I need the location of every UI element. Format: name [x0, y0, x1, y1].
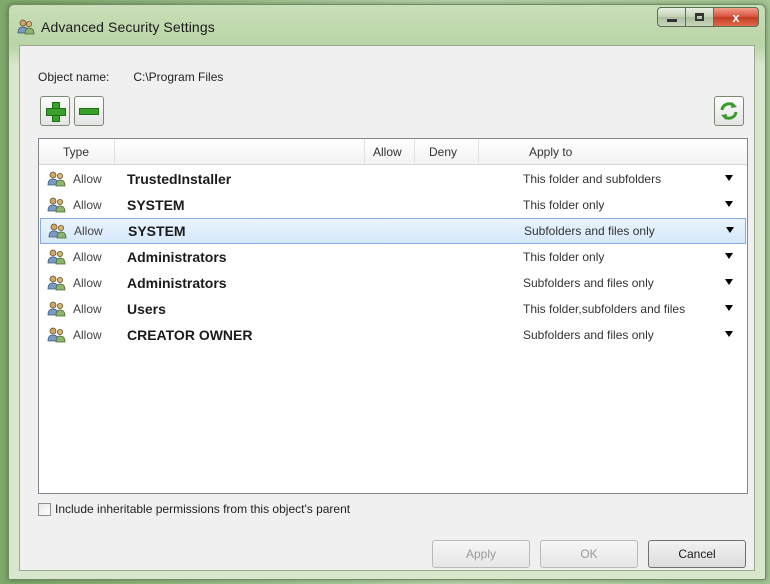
dropdown-arrow-icon[interactable] — [726, 227, 734, 233]
users-icon — [48, 223, 67, 239]
row-apply-to[interactable]: Subfolders and files only — [524, 218, 655, 244]
advanced-security-settings-window: Advanced Security Settings x Object name… — [8, 4, 766, 580]
dropdown-arrow-icon[interactable] — [725, 331, 733, 337]
close-button[interactable]: x — [713, 7, 759, 27]
row-principal: Administrators — [127, 249, 227, 265]
table-row[interactable]: Allow Administrators Subfolders and file… — [39, 270, 747, 296]
row-principal: CREATOR OWNER — [127, 327, 253, 343]
window-title: Advanced Security Settings — [41, 19, 215, 35]
row-principal: Administrators — [127, 275, 227, 291]
dropdown-arrow-icon[interactable] — [725, 201, 733, 207]
column-header-type[interactable]: Type — [39, 139, 115, 165]
users-icon — [47, 301, 66, 317]
minimize-button[interactable] — [657, 7, 685, 27]
users-icon — [47, 171, 66, 187]
row-apply-to[interactable]: This folder and subfolders — [523, 166, 661, 192]
row-apply-to[interactable]: This folder only — [523, 244, 604, 270]
row-type: Allow — [73, 302, 102, 316]
title-bar[interactable]: Advanced Security Settings x — [9, 5, 765, 45]
maximize-button[interactable] — [685, 7, 713, 27]
row-apply-to[interactable]: Subfolders and files only — [523, 322, 654, 348]
minus-icon — [79, 107, 99, 115]
dialog-client-area: Object name: C:\Program Files Type Allow… — [19, 45, 755, 571]
table-row-selected[interactable]: Allow SYSTEM Subfolders and files only — [40, 218, 746, 244]
column-header-name[interactable] — [115, 139, 365, 165]
dropdown-arrow-icon[interactable] — [725, 279, 733, 285]
row-principal: SYSTEM — [128, 223, 186, 239]
users-icon — [47, 197, 66, 213]
cancel-button[interactable]: Cancel — [648, 540, 746, 568]
table-row[interactable]: Allow Administrators This folder only — [39, 244, 747, 270]
column-header-apply-to[interactable]: Apply to — [479, 139, 747, 165]
object-name-value: C:\Program Files — [133, 70, 224, 84]
row-apply-to[interactable]: Subfolders and files only — [523, 270, 654, 296]
row-principal: TrustedInstaller — [127, 171, 232, 187]
ok-button[interactable]: OK — [540, 540, 638, 568]
row-type: Allow — [73, 172, 102, 186]
row-principal: Users — [127, 301, 166, 317]
row-type: Allow — [73, 198, 102, 212]
apply-button[interactable]: Apply — [432, 540, 530, 568]
table-row[interactable]: Allow SYSTEM This folder only — [39, 192, 747, 218]
object-name-label: Object name: — [38, 70, 110, 84]
maximize-icon — [695, 13, 704, 21]
inherit-permissions-label[interactable]: Include inheritable permissions from thi… — [55, 502, 350, 516]
close-icon: x — [732, 9, 740, 25]
dropdown-arrow-icon[interactable] — [725, 305, 733, 311]
caption-buttons: x — [657, 7, 759, 29]
refresh-button[interactable] — [714, 96, 744, 126]
row-type: Allow — [73, 328, 102, 342]
users-icon — [47, 249, 66, 265]
dropdown-arrow-icon[interactable] — [725, 175, 733, 181]
inherit-permissions-row[interactable]: Include inheritable permissions from thi… — [38, 502, 350, 516]
list-rows: Allow TrustedInstaller This folder and s… — [39, 166, 747, 348]
row-apply-to[interactable]: This folder only — [523, 192, 604, 218]
add-button[interactable] — [40, 96, 70, 126]
plus-icon — [45, 101, 66, 122]
users-icon — [47, 275, 66, 291]
refresh-icon — [720, 102, 738, 120]
table-row[interactable]: Allow TrustedInstaller This folder and s… — [39, 166, 747, 192]
users-icon — [47, 327, 66, 343]
inherit-permissions-checkbox[interactable] — [38, 502, 51, 516]
list-header: Type Allow Deny Apply to — [39, 139, 747, 165]
permission-entries-list[interactable]: Type Allow Deny Apply to Allow TrustedIn — [38, 138, 748, 494]
table-row[interactable]: Allow CREATOR OWNER Subfolders and files… — [39, 322, 747, 348]
remove-button[interactable] — [74, 96, 104, 126]
row-type: Allow — [73, 250, 102, 264]
dropdown-arrow-icon[interactable] — [725, 253, 733, 259]
row-principal: SYSTEM — [127, 197, 185, 213]
row-apply-to[interactable]: This folder,subfolders and files — [523, 296, 685, 322]
table-row[interactable]: Allow Users This folder,subfolders and f… — [39, 296, 747, 322]
minimize-icon — [666, 18, 677, 22]
row-type: Allow — [74, 224, 103, 238]
column-header-allow[interactable]: Allow — [365, 139, 415, 165]
users-icon — [17, 19, 35, 35]
row-type: Allow — [73, 276, 102, 290]
object-name-row: Object name: C:\Program Files — [38, 70, 223, 84]
column-header-deny[interactable]: Deny — [415, 139, 479, 165]
